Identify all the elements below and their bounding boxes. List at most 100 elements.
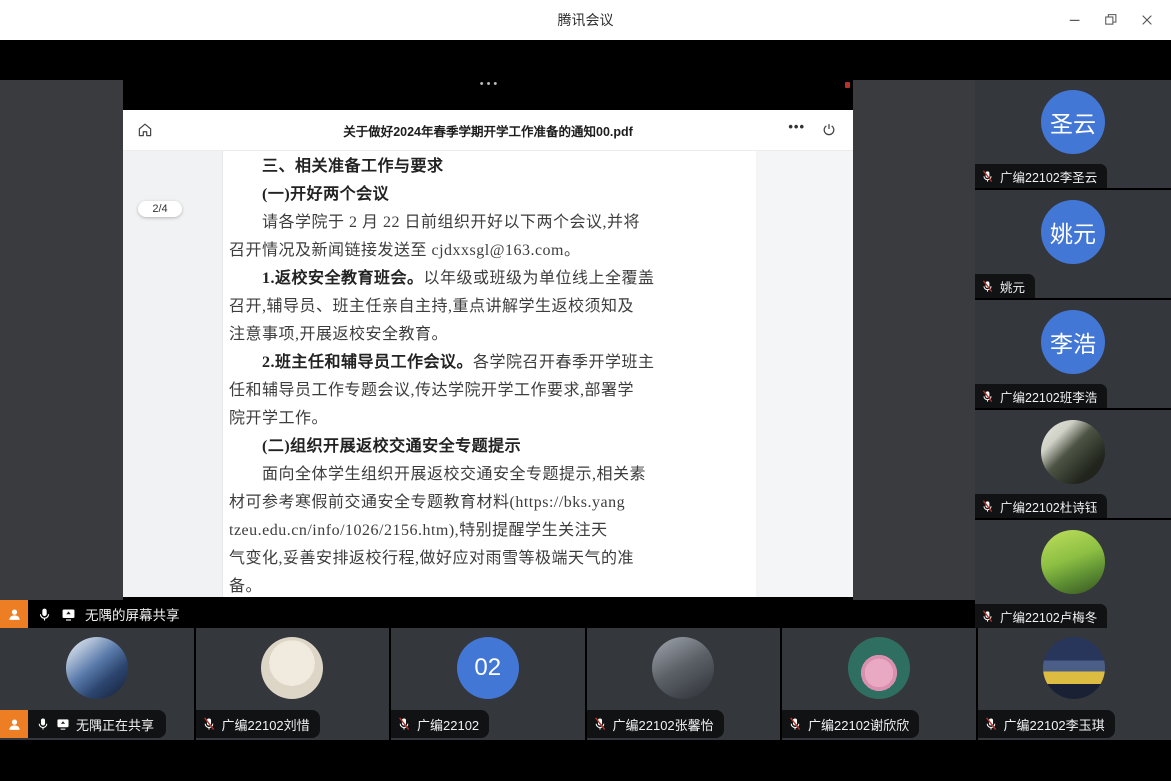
document-text: 召开,辅导员、班主任亲自主持,重点讲解学生返校须知及 [229,298,634,315]
pdf-viewer-window: 关于做好2024年春季学期开学工作准备的通知00.pdf ••• 2/4 三、相… [123,110,853,597]
screen-share-icon [61,607,76,622]
share-banner: 无隅的屏幕共享 [0,600,180,628]
screen-share-icon [56,717,70,731]
restore-button[interactable] [1093,0,1129,40]
window-titlebar: 腾讯会议 [0,0,1171,40]
participant-tile-liyuqi[interactable]: 广编22102李玉琪 [978,628,1171,740]
document-text-line: 召开,辅导员、班主任亲自主持,重点讲解学生返校须知及 [229,293,756,321]
window-title: 腾讯会议 [558,10,614,30]
document-text: 召开情况及新闻链接发送至 cjdxxsgl@163.com。 [229,242,581,259]
participant-name-tag: 广编22102杜诗钰 [975,494,1107,518]
document-text-line: (一)开好两个会议 [229,181,756,209]
document-text: 材可参考寒假前交通安全专题教育材料(https://bks.yang [229,494,625,511]
pdf-thumbnail-panel: 2/4 [123,151,223,597]
participant-name-tag: 广编22102卢梅冬 [975,604,1107,628]
participant-name-tag: 广编22102刘惜 [196,710,320,738]
pdf-viewer-body: 2/4 三、相关准备工作与要求 (一)开好两个会议 请各学院于 2 月 22 日… [123,151,853,597]
participant-tile-zhangxinyi[interactable]: 广编22102张馨怡 [587,628,781,740]
avatar-initials: 李浩 [1050,325,1096,359]
participants-bottom-row: 无隅正在共享 广编22102刘惜 02 广编22102 广编22102张馨怡 [0,628,1171,740]
participant-name: 广编22102谢欣欣 [808,715,909,734]
avatar: 02 [457,637,519,699]
avatar [1043,637,1105,699]
avatar [261,637,323,699]
document-text-line: tzeu.edu.cn/info/1026/2156.htm),特别提醒学生关注… [229,517,756,545]
document-text-line: (二)组织开展返校交通安全专题提示 [229,433,756,461]
participant-tile-dushiyu[interactable]: 广编22102杜诗钰 [975,410,1171,518]
document-text: tzeu.edu.cn/info/1026/2156.htm),特别提醒学生关注… [229,522,608,539]
avatar: 圣云 [1041,90,1105,154]
page-indicator: 2/4 [138,201,182,217]
participant-name: 广编22102杜诗钰 [1000,497,1097,516]
more-dots-icon: ••• [788,119,805,134]
participant-name-tag: 广编22102李圣云 [975,164,1107,188]
participant-name: 姚元 [1000,277,1025,296]
participant-tile-guangbian22102[interactable]: 02 广编22102 [391,628,585,740]
document-text-line: 请各学院于 2 月 22 日前组织开好以下两个会议,并将 [229,209,756,237]
pdf-page: 三、相关准备工作与要求 (一)开好两个会议 请各学院于 2 月 22 日前组织开… [223,151,756,597]
document-text-bold: 2.班主任和辅导员工作会议。 [229,354,473,371]
close-icon [1138,11,1156,29]
participant-tile-lumeidong[interactable]: 广编22102卢梅冬 [975,520,1171,628]
sharer-avatar [0,600,28,628]
mic-icon [36,717,50,731]
participant-tile-lihao[interactable]: 李浩 广编22102班李浩 [975,300,1171,408]
participant-tile-wuyu[interactable]: 无隅正在共享 [0,628,194,740]
document-text-bold: (二)组织开展返校交通安全专题提示 [229,438,521,455]
document-text-line: 2.班主任和辅导员工作会议。各学院召开春季开学班主 [229,349,756,377]
participant-tile-xiexinxin[interactable]: 广编22102谢欣欣 [782,628,976,740]
window-controls [1057,0,1165,40]
muted-mic-icon [981,610,994,623]
participant-name-tag: 广编22102班李浩 [975,384,1107,408]
pdf-viewer-header: 关于做好2024年春季学期开学工作准备的通知00.pdf ••• [123,110,853,151]
participant-name: 广编22102 [417,715,479,734]
document-text: 请各学院于 2 月 22 日前组织开好以下两个会议,并将 [229,214,640,231]
avatar [848,637,910,699]
recording-dot-icon [845,82,850,88]
document-text: 面向全体学生组织开展返校交通安全专题提示,相关素 [229,466,646,483]
home-icon [136,121,154,139]
document-text-line: 注意事项,开展返校安全教育。 [229,321,756,349]
minimize-button[interactable] [1057,0,1093,40]
power-icon [821,122,837,138]
participant-tile-liuxi[interactable]: 广编22102刘惜 [196,628,390,740]
document-text-line: 面向全体学生组织开展返校交通安全专题提示,相关素 [229,461,756,489]
document-text-line: 三、相关准备工作与要求 [229,153,756,181]
document-text: 气变化,妥善安排返校行程,做好应对雨雪等极端天气的准 [229,550,634,567]
participant-name: 广编22102李玉琪 [1004,715,1105,734]
participant-tile-lishengyun[interactable]: 圣云 广编22102李圣云 [975,80,1171,188]
person-icon [6,716,23,733]
document-text: 各学院召开春季开学班主 [473,354,655,371]
tencent-meeting-window: 腾讯会议 ••• 关于做好2024 [0,0,1171,781]
restore-icon [1102,11,1120,29]
shared-desktop-left [0,80,123,600]
participant-name: 广编22102刘惜 [222,715,310,734]
document-text-line: 气变化,妥善安排返校行程,做好应对雨雪等极端天气的准 [229,545,756,573]
document-text: 备。 [229,578,262,595]
document-text-line: 1.返校安全教育班会。以年级或班级为单位线上全覆盖 [229,265,756,293]
avatar [1041,530,1105,594]
screen-share-view[interactable]: ••• 关于做好2024年春季学期开学工作准备的通知00.pdf ••• 2/4 [0,40,975,628]
close-button[interactable] [1129,0,1165,40]
document-text: 院开学工作。 [229,410,328,427]
participant-name: 广编22102张馨怡 [613,715,714,734]
participant-name: 广编22102班李浩 [1000,387,1097,406]
muted-mic-icon [397,717,411,731]
share-banner-text: 无隅的屏幕共享 [85,604,180,624]
document-text: 以年级或班级为单位线上全覆盖 [424,270,655,287]
avatar-initials: 姚元 [1050,215,1096,249]
participant-name-tag: 广编22102李玉琪 [978,710,1115,738]
participant-tile-yaoyuan[interactable]: 姚元 姚元 [975,190,1171,298]
participant-name-tag: 广编22102张馨怡 [587,710,724,738]
avatar [66,637,128,699]
muted-mic-icon [981,280,994,293]
participant-name-tag: 姚元 [975,274,1035,298]
document-text-line: 材可参考寒假前交通安全专题教育材料(https://bks.yang [229,489,756,517]
avatar [652,637,714,699]
name-tag-pill: 无隅正在共享 [28,710,166,738]
document-text-line: 召开情况及新闻链接发送至 cjdxxsgl@163.com。 [229,237,756,265]
document-text: 任和辅导员工作专题会议,传达学院开学工作要求,部署学 [229,382,634,399]
document-text-line: 任和辅导员工作专题会议,传达学院开学工作要求,部署学 [229,377,756,405]
document-text-bold: 三、相关准备工作与要求 [229,158,444,175]
muted-mic-icon [202,717,216,731]
